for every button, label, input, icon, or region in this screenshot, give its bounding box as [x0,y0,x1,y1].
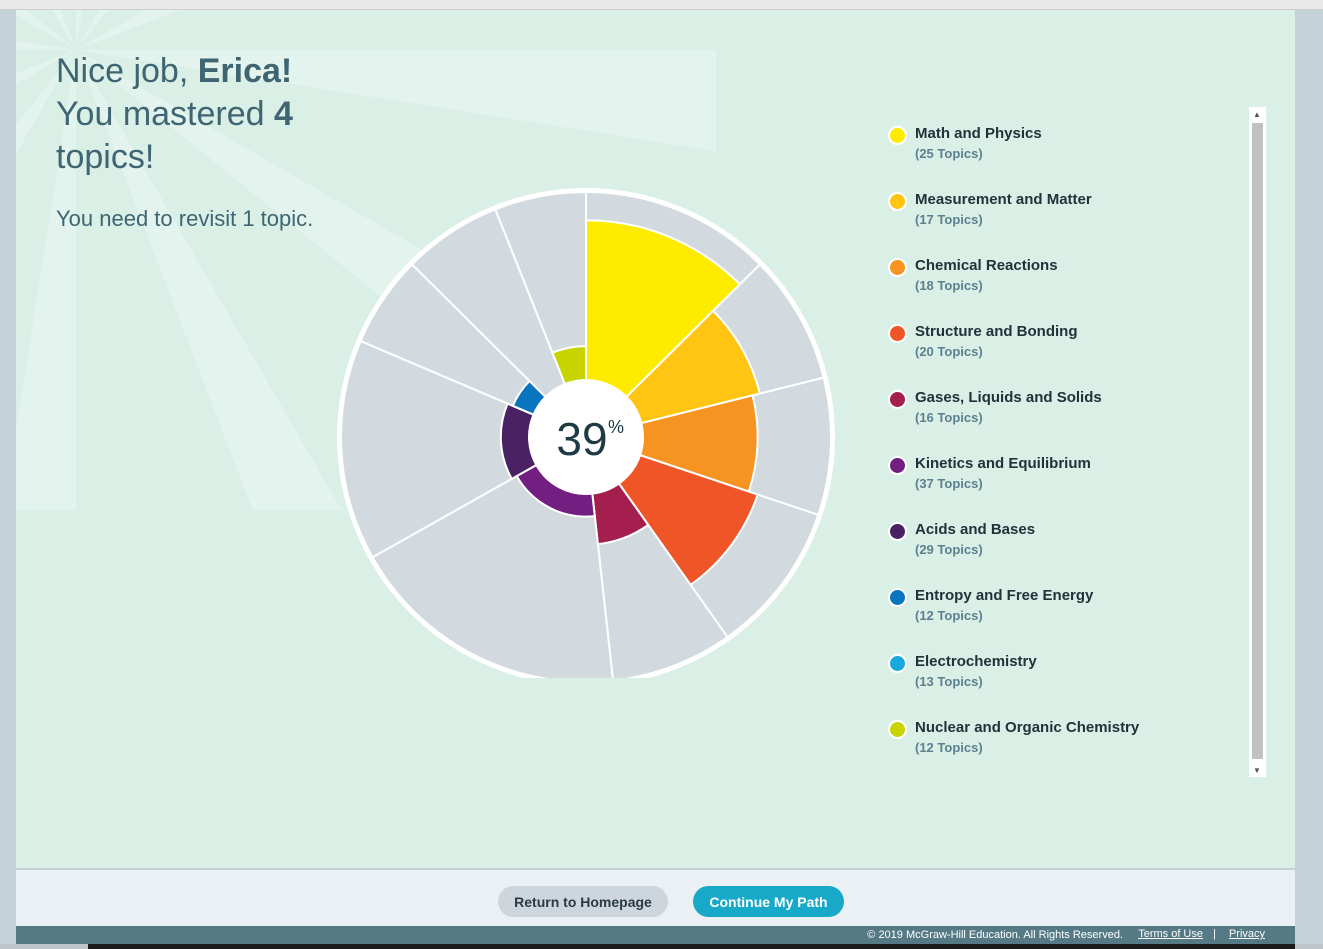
legend-item: Electrochemistry (13 Topics) [888,652,1238,718]
legend-topic-name: Entropy and Free Energy [915,587,1094,604]
greeting-prefix: Nice job, [56,52,198,90]
center-percent-value: 39 [556,413,607,465]
legend-topic-name: Structure and Bonding [915,323,1078,340]
return-to-homepage-button[interactable]: Return to Homepage [498,886,668,917]
legend-topic-count: (16 Topics) [915,410,983,425]
action-footer: Return to Homepage Continue My Path [16,870,1295,926]
legend-topic-name: Chemical Reactions [915,257,1058,274]
topic-legend: Math and Physics (25 Topics) Measurement a… [888,124,1238,784]
copyright-bar: © 2019 McGraw-Hill Education. All Rights… [16,926,1295,944]
legend-scrollbar[interactable]: ▲ ▼ [1249,107,1266,777]
scroll-up-icon[interactable]: ▲ [1253,110,1261,119]
legend-color-dot [888,258,907,277]
copyright-text: © 2019 McGraw-Hill Education. All Rights… [867,929,1123,941]
legend-topic-name: Acids and Bases [915,521,1036,538]
legend-topic-count: (17 Topics) [915,212,983,227]
legend-color-dot [888,324,907,343]
legend-color-dot [888,522,907,541]
legend-color-dot [888,588,907,607]
legend-topic-count: (29 Topics) [915,542,983,557]
continue-my-path-button[interactable]: Continue My Path [693,886,844,917]
legend-item: Gases, Liquids and Solids (16 Topics) [888,388,1238,454]
legend-topic-count: (13 Topics) [915,674,983,689]
legend-item: Entropy and Free Energy (12 Topics) [888,586,1238,652]
legend-topic-count: (20 Topics) [915,344,983,359]
legend-color-dot [888,720,907,739]
headline: Nice job, Erica! You mastered 4 topics! [56,50,293,179]
browser-top-bar [0,0,1323,10]
legend-item: Nuclear and Organic Chemistry (12 Topics) [888,718,1238,784]
legend-topic-name: Electrochemistry [915,653,1037,670]
scroll-thumb[interactable] [1252,123,1263,759]
legend-item: Math and Physics (25 Topics) [888,124,1238,190]
mastered-count: 4 [274,95,293,133]
student-name: Erica! [197,52,293,90]
legend-topic-count: (12 Topics) [915,740,983,755]
taskbar-dark [88,944,1295,949]
legend-item: Kinetics and Equilibrium (37 Topics) [888,454,1238,520]
center-percent-unit: % [608,417,624,437]
legend-item: Structure and Bonding (20 Topics) [888,322,1238,388]
legend-topic-name: Nuclear and Organic Chemistry [915,719,1140,736]
legend-color-dot [888,654,907,673]
legend-color-dot [888,456,907,475]
legend-topic-name: Kinetics and Equilibrium [915,455,1091,472]
legend-topic-count: (25 Topics) [915,146,983,161]
legend-color-dot [888,390,907,409]
legend-topic-count: (18 Topics) [915,278,983,293]
scroll-down-icon[interactable]: ▼ [1253,766,1261,775]
link-separator: | [1213,928,1216,940]
mastery-pie-chart: 39% [337,188,835,678]
legend-topic-name: Measurement and Matter [915,191,1092,208]
legend-item: Measurement and Matter (17 Topics) [888,190,1238,256]
legend-color-dot [888,192,907,211]
mastered-line: You mastered 4 [56,93,293,136]
legend-topic-count: (12 Topics) [915,608,983,623]
terms-of-use-link[interactable]: Terms of Use [1138,928,1203,940]
legend-topic-name: Gases, Liquids and Solids [915,389,1102,406]
legend-color-dot [888,126,907,145]
privacy-link[interactable]: Privacy [1229,928,1265,940]
mastered-prefix: You mastered [56,95,274,133]
greeting-line: Nice job, Erica! [56,50,293,93]
legend-topic-name: Math and Physics [915,125,1042,142]
legend-topic-count: (37 Topics) [915,476,983,491]
results-panel: Nice job, Erica! You mastered 4 topics! … [16,10,1295,868]
mastered-suffix: topics! [56,138,155,176]
revisit-message: You need to revisit 1 topic. [56,206,314,231]
legend-item: Chemical Reactions (18 Topics) [888,256,1238,322]
legend-item: Acids and Bases (29 Topics) [888,520,1238,586]
background-ray [76,10,181,50]
